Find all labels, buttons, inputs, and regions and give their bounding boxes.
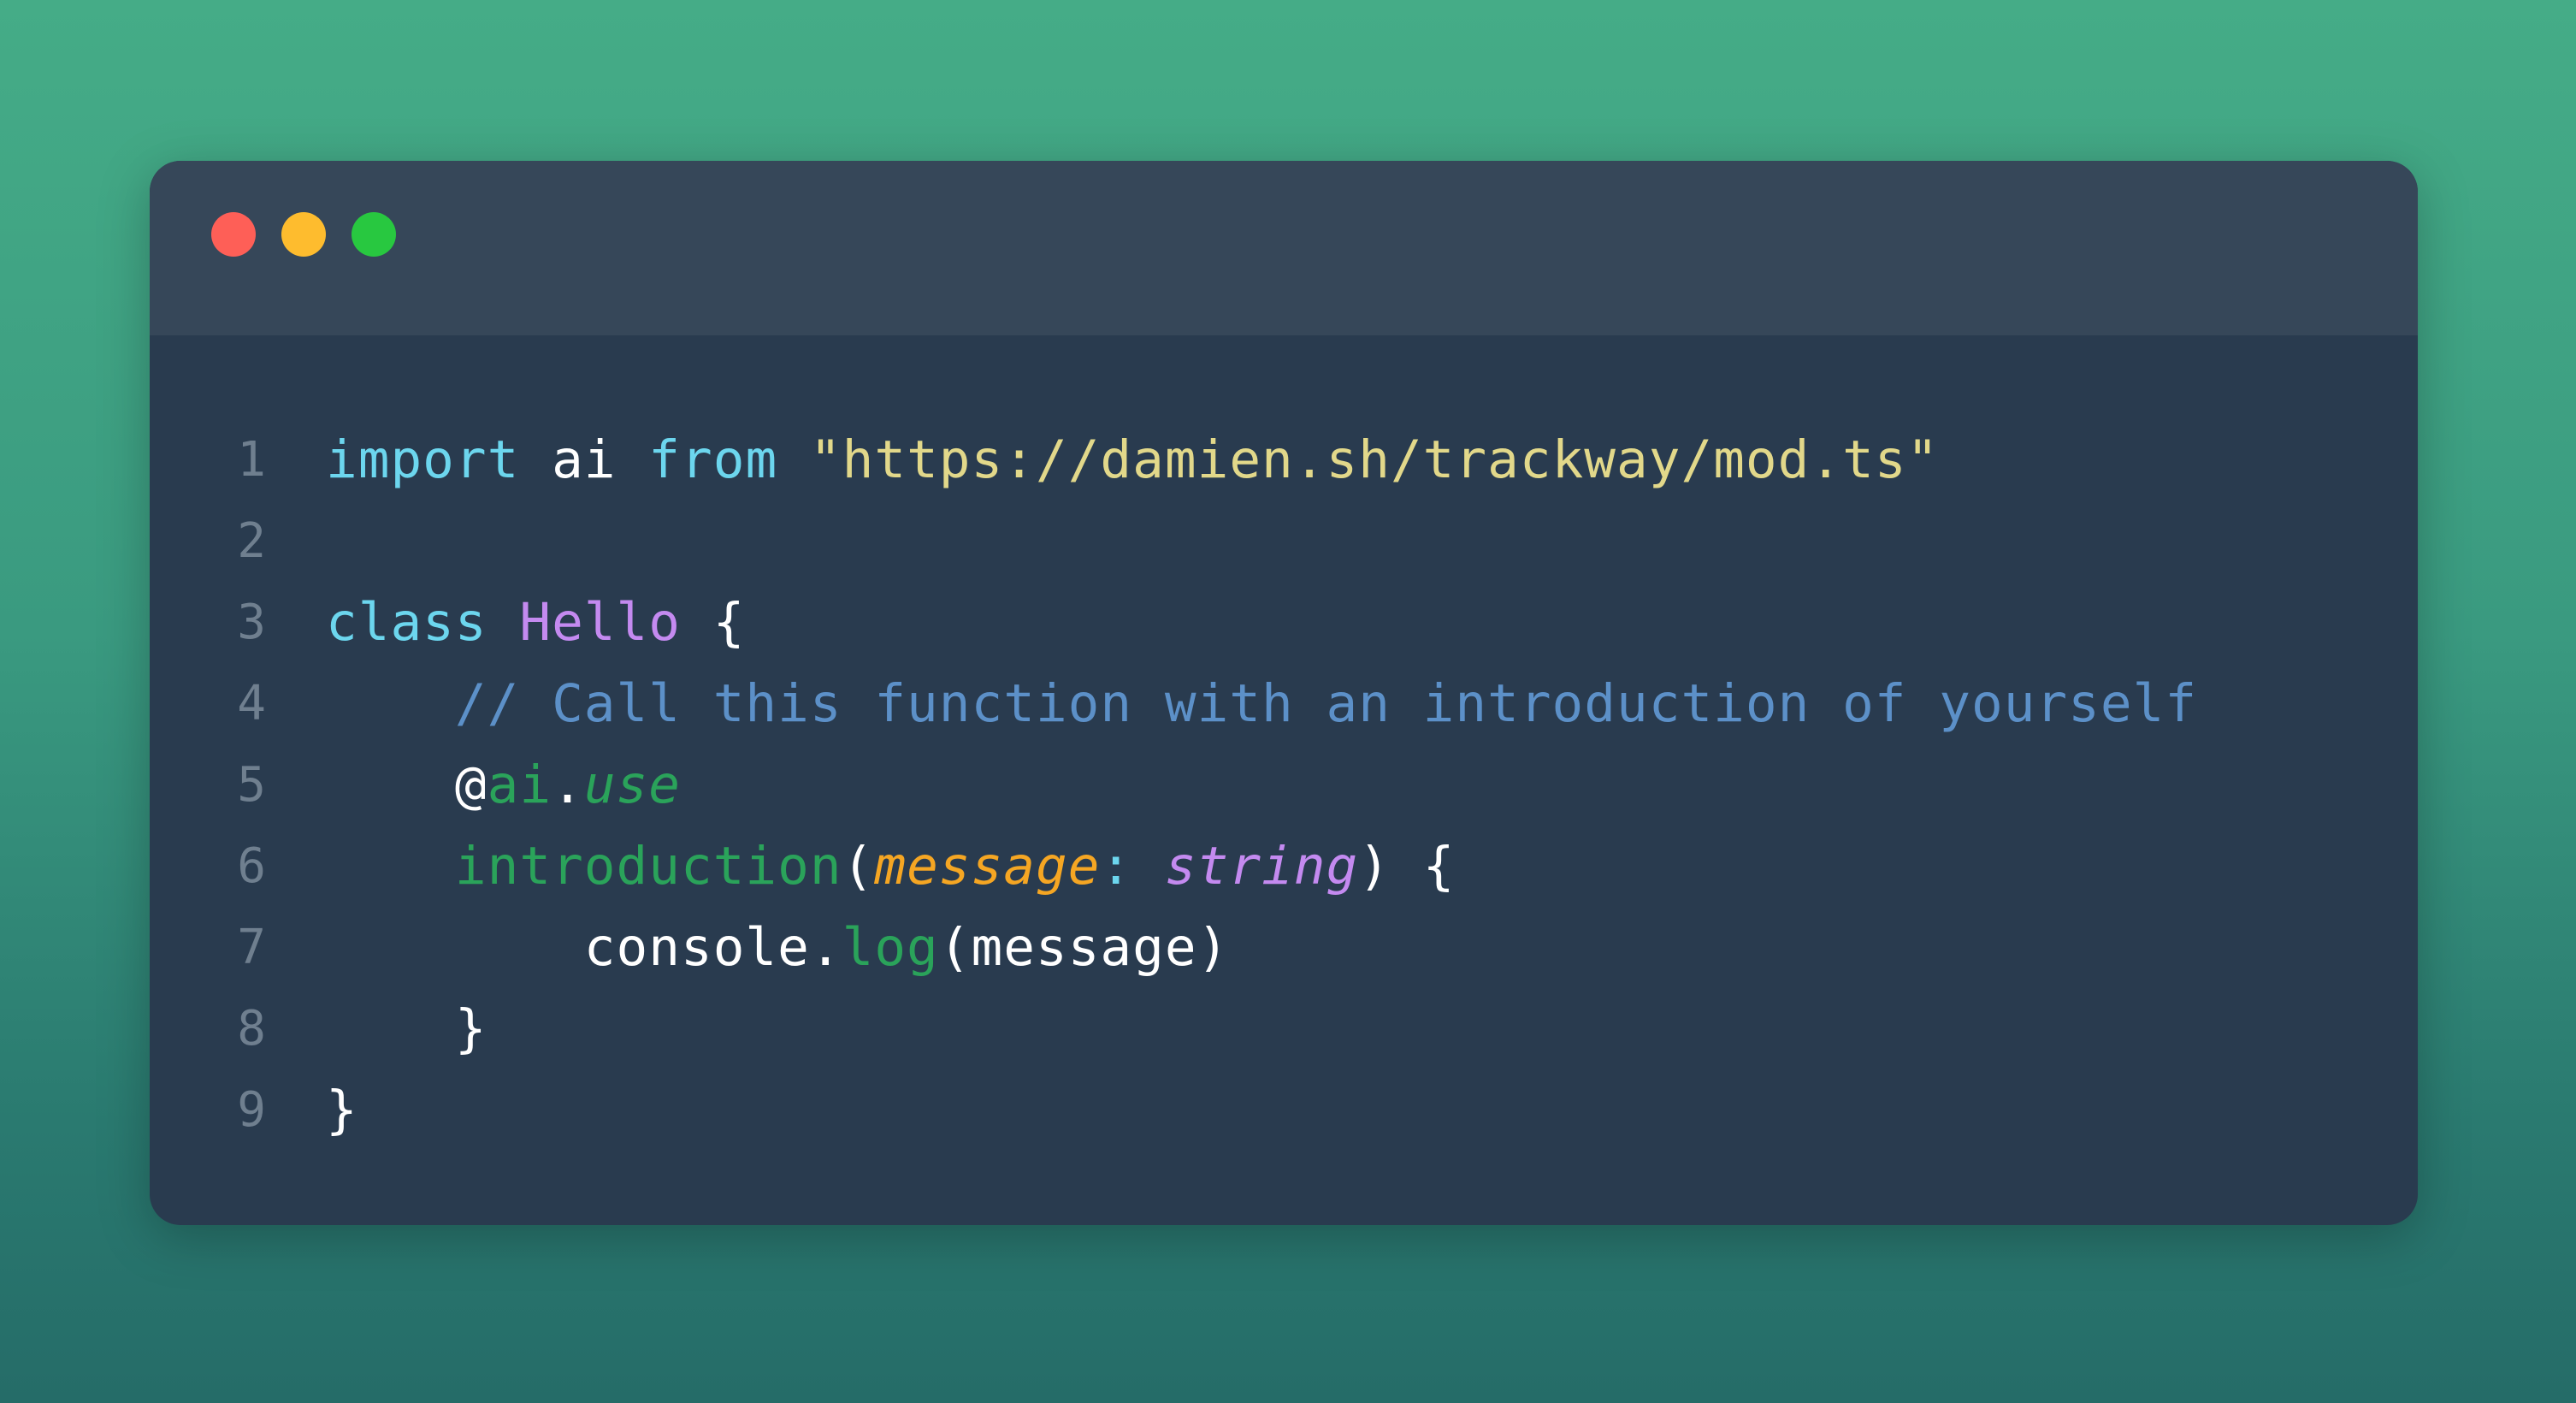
code-line: 9} <box>150 1069 2418 1151</box>
code-line: 5 @ai.use <box>150 744 2418 826</box>
code-token: ai <box>519 429 649 490</box>
line-number: 5 <box>237 757 266 813</box>
code-token: { <box>681 592 746 653</box>
code-line: 1 import ai from "https://damien.sh/track… <box>150 419 2418 500</box>
code-text: @ai.use <box>326 744 681 826</box>
code-line: 8 } <box>150 988 2418 1069</box>
line-number: 1 <box>237 432 266 488</box>
code-window: 1 import ai from "https://damien.sh/track… <box>150 161 2418 1225</box>
code-token: ai <box>487 755 552 815</box>
code-line: 7 console.log(message) <box>150 907 2418 988</box>
line-number: 4 <box>237 676 266 731</box>
code-text: console.log(message) <box>326 907 1229 988</box>
code-token: ( <box>842 836 875 897</box>
code-line: 6 introduction(message: string) { <box>150 826 2418 907</box>
code-token: } <box>326 998 487 1059</box>
maximize-dot-icon[interactable] <box>352 212 396 257</box>
line-number: 8 <box>237 1001 266 1057</box>
minimize-dot-icon[interactable] <box>281 212 326 257</box>
code-token: // Call this function with an introducti… <box>454 673 2198 734</box>
code-token: class <box>326 592 487 653</box>
code-token: @ <box>326 755 487 815</box>
close-dot-icon[interactable] <box>211 212 256 257</box>
code-token: from <box>648 429 778 490</box>
line-number: 2 <box>237 513 266 569</box>
code-line: 2 <box>150 500 2418 582</box>
code-token: "https://damien.sh/trackway/mod.ts" <box>809 429 1940 490</box>
code-token: console. <box>326 917 842 978</box>
code-text: } <box>326 988 487 1069</box>
line-number: 6 <box>237 838 266 894</box>
window-titlebar <box>150 161 2418 335</box>
code-token: string <box>1164 836 1359 897</box>
code-token: } <box>326 1080 358 1140</box>
line-number: 9 <box>237 1082 266 1138</box>
code-token: (message) <box>938 917 1230 978</box>
code-token: . <box>552 755 584 815</box>
code-token: import <box>326 429 520 490</box>
code-token: Hello <box>519 592 682 653</box>
line-number: 3 <box>237 595 266 650</box>
code-line: 3 class Hello { <box>150 582 2418 663</box>
code-text: introduction(message: string) { <box>326 826 1455 907</box>
code-text: // Call this function with an introducti… <box>326 663 2197 744</box>
code-text: import ai from "https://damien.sh/trackw… <box>326 419 1939 500</box>
code-block: 1 import ai from "https://damien.sh/track… <box>150 335 2418 1225</box>
code-token: ) { <box>1358 836 1456 897</box>
code-token: log <box>842 917 939 978</box>
code-token: : <box>1100 836 1133 897</box>
code-token: use <box>583 755 682 815</box>
code-token: message <box>874 836 1101 897</box>
code-line: 4 // Call this function with an introduc… <box>150 663 2418 744</box>
code-token: introduction <box>454 836 842 897</box>
line-number: 7 <box>237 920 266 975</box>
code-text: } <box>326 1069 358 1151</box>
code-text: class Hello { <box>326 582 745 663</box>
